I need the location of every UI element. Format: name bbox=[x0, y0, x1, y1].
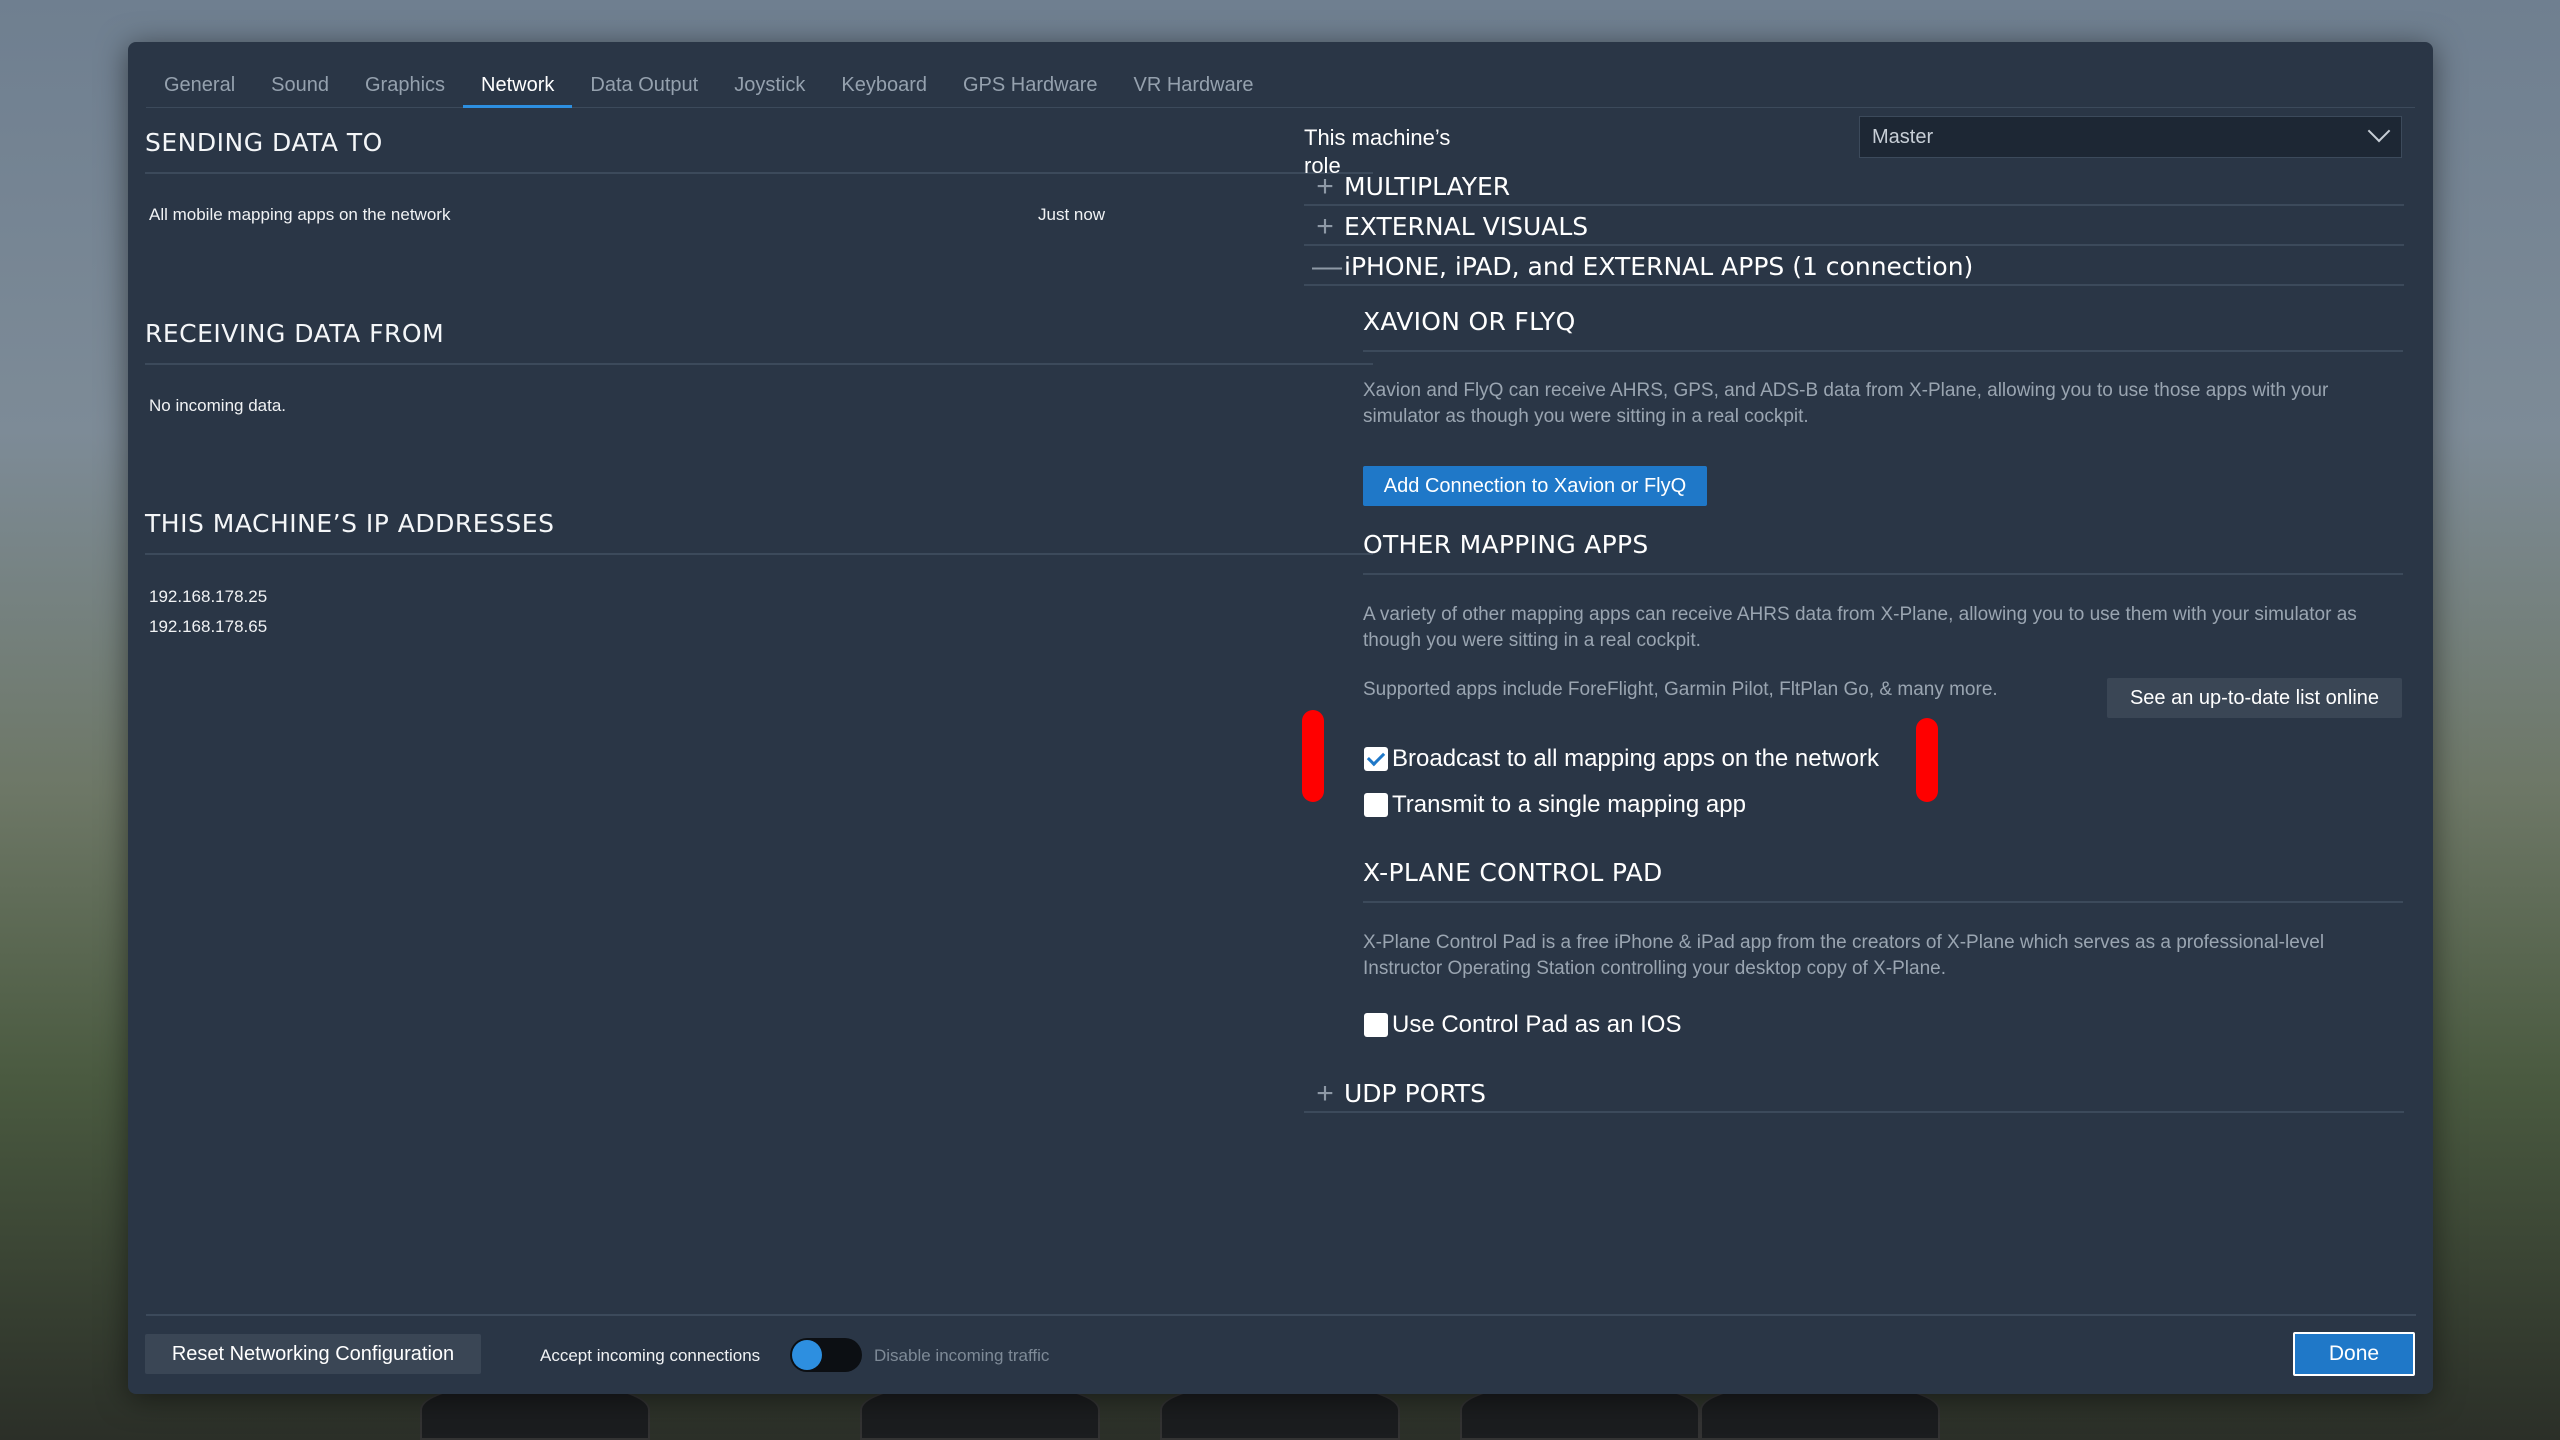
tab-graphics[interactable]: Graphics bbox=[347, 68, 463, 108]
tab-joystick[interactable]: Joystick bbox=[716, 68, 823, 108]
highlight-marker bbox=[1302, 710, 1324, 802]
other-mapping-title: OTHER MAPPING APPS bbox=[1363, 530, 1649, 559]
tab-sound[interactable]: Sound bbox=[253, 68, 347, 108]
supported-apps-text: Supported apps include ForeFlight, Garmi… bbox=[1363, 679, 1998, 700]
single-app-checkbox[interactable] bbox=[1364, 793, 1388, 817]
accordion-label: iPHONE, iPAD, and EXTERNAL APPS (1 conne… bbox=[1344, 252, 1974, 281]
tab-data-output[interactable]: Data Output bbox=[572, 68, 716, 108]
reset-networking-button[interactable]: Reset Networking Configuration bbox=[145, 1334, 481, 1374]
accordion-iphone-ipad-external[interactable]: — iPHONE, iPAD, and EXTERNAL APPS (1 con… bbox=[1304, 248, 2404, 286]
sending-title: SENDING DATA TO bbox=[145, 128, 383, 157]
control-pad-label[interactable]: Use Control Pad as an IOS bbox=[1392, 1011, 1681, 1039]
sending-time: Just now bbox=[1038, 205, 1106, 224]
divider bbox=[145, 172, 1373, 174]
control-pad-title: X-PLANE CONTROL PAD bbox=[1363, 858, 1663, 887]
tab-network[interactable]: Network bbox=[463, 68, 573, 108]
accordion-udp-ports[interactable]: + UDP PORTS bbox=[1304, 1075, 2404, 1113]
plus-icon: + bbox=[1316, 170, 1334, 203]
minus-icon: — bbox=[1312, 250, 1342, 283]
see-list-online-button[interactable]: See an up-to-date list online bbox=[2107, 678, 2402, 718]
disable-incoming-label: Disable incoming traffic bbox=[874, 1346, 1050, 1365]
receiving-item: No incoming data. bbox=[149, 396, 287, 415]
divider bbox=[145, 553, 1373, 555]
divider bbox=[1363, 573, 2403, 575]
settings-dialog: General Sound Graphics Network Data Outp… bbox=[128, 42, 2433, 1394]
accordion-label: UDP PORTS bbox=[1344, 1079, 1487, 1108]
plus-icon: + bbox=[1316, 1077, 1334, 1110]
accept-incoming-label: Accept incoming connections bbox=[540, 1346, 761, 1365]
role-select-value: Master bbox=[1872, 126, 1934, 148]
highlight-marker bbox=[1916, 718, 1938, 802]
accordion-external-visuals[interactable]: + EXTERNAL VISUALS bbox=[1304, 208, 2404, 246]
done-button[interactable]: Done bbox=[2293, 1332, 2415, 1376]
chevron-down-icon bbox=[2367, 119, 2391, 143]
ip-address: 192.168.178.25 bbox=[149, 587, 268, 606]
broadcast-label[interactable]: Broadcast to all mapping apps on the net… bbox=[1392, 745, 1879, 773]
ip-title: THIS MACHINE’S IP ADDRESSES bbox=[145, 509, 555, 538]
add-connection-button[interactable]: Add Connection to Xavion or FlyQ bbox=[1363, 466, 1707, 506]
single-app-label[interactable]: Transmit to a single mapping app bbox=[1392, 791, 1746, 819]
role-select[interactable]: Master bbox=[1859, 116, 2402, 158]
xavion-description: Xavion and FlyQ can receive AHRS, GPS, a… bbox=[1363, 380, 2329, 427]
plus-icon: + bbox=[1316, 210, 1334, 243]
toggle-knob bbox=[792, 1340, 822, 1370]
control-pad-checkbox[interactable] bbox=[1364, 1013, 1388, 1037]
divider bbox=[1363, 350, 2403, 352]
xavion-title: XAVION OR FLYQ bbox=[1363, 307, 1576, 336]
accordion-label: EXTERNAL VISUALS bbox=[1344, 212, 1589, 241]
tab-keyboard[interactable]: Keyboard bbox=[823, 68, 945, 108]
sending-item: All mobile mapping apps on the network bbox=[149, 205, 451, 224]
accept-incoming-toggle[interactable] bbox=[790, 1338, 862, 1372]
tab-gps-hardware[interactable]: GPS Hardware bbox=[945, 68, 1116, 108]
tab-general[interactable]: General bbox=[146, 68, 253, 108]
ip-address: 192.168.178.65 bbox=[149, 617, 268, 636]
footer-divider bbox=[146, 1314, 2416, 1316]
divider bbox=[145, 363, 1373, 365]
receiving-title: RECEIVING DATA FROM bbox=[145, 319, 445, 348]
broadcast-checkbox[interactable] bbox=[1364, 747, 1388, 771]
tab-vr-hardware[interactable]: VR Hardware bbox=[1115, 68, 1271, 108]
divider bbox=[1363, 901, 2403, 903]
accordion-multiplayer[interactable]: + MULTIPLAYER bbox=[1304, 168, 2404, 206]
other-mapping-description: A variety of other mapping apps can rece… bbox=[1363, 604, 2357, 651]
tab-bar: General Sound Graphics Network Data Outp… bbox=[146, 68, 2415, 108]
control-pad-description: X-Plane Control Pad is a free iPhone & i… bbox=[1363, 932, 2325, 979]
accordion-label: MULTIPLAYER bbox=[1344, 172, 1511, 201]
